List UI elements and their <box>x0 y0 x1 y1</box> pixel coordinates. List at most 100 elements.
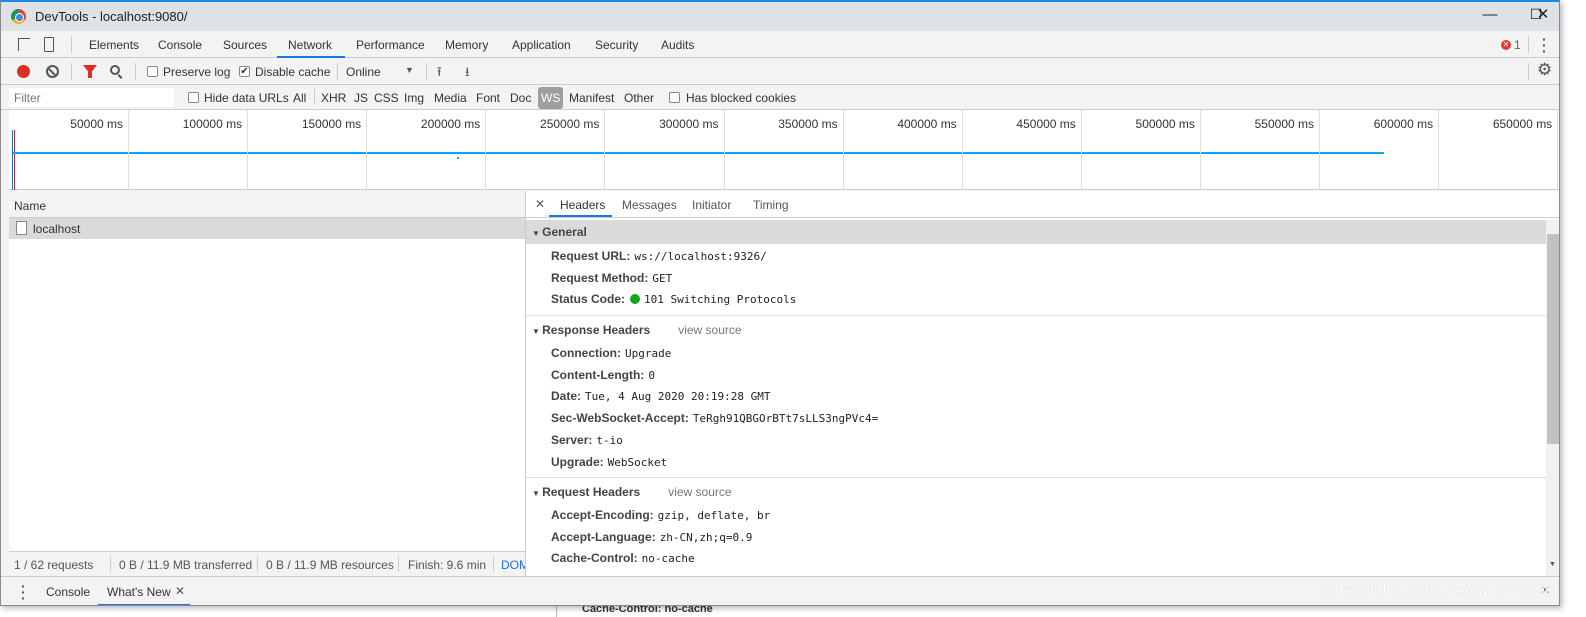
filter-ws-selected[interactable]: WS <box>538 87 564 109</box>
header-value: t-io <box>596 433 623 447</box>
request-name[interactable]: localhost <box>33 222 80 236</box>
import-har-icon[interactable]: ⭱ <box>437 63 442 85</box>
has-blocked-cookies-label[interactable]: Has blocked cookies <box>686 91 796 105</box>
dom-content-loaded-marker <box>12 130 13 190</box>
filter-css[interactable]: CSS <box>374 91 399 105</box>
filter-other[interactable]: Other <box>624 91 654 105</box>
header-name: Accept-Language: <box>551 529 656 544</box>
filter-manifest[interactable]: Manifest <box>569 91 614 105</box>
device-toolbar-icon[interactable] <box>44 37 54 52</box>
header-value: Upgrade <box>625 347 672 360</box>
tab-sources[interactable]: Sources <box>223 38 267 52</box>
load-event-marker <box>14 130 15 190</box>
tab-memory[interactable]: Memory <box>445 38 488 52</box>
header-name: Server: <box>551 432 593 447</box>
filter-js[interactable]: JS <box>354 91 368 105</box>
response-headers-section-header[interactable]: ▼ Response Headers view source <box>526 318 1546 342</box>
tab-console[interactable]: Console <box>158 38 202 52</box>
export-har-icon[interactable]: ⭳ <box>465 63 470 85</box>
resources-size: 0 B / 11.9 MB resources <box>266 558 394 572</box>
filter-font[interactable]: Font <box>476 91 500 105</box>
timeline-tick-label: 350000 ms <box>778 117 838 131</box>
details-tab-headers[interactable]: Headers <box>560 198 605 212</box>
general-title: General <box>542 225 587 239</box>
network-toolbar: Preserve log ✔ Disable cache Online ▼ ⭱ … <box>1 58 1559 85</box>
filter-xhr[interactable]: XHR <box>321 91 346 105</box>
request-view-source-link[interactable]: view source <box>668 485 731 499</box>
header-name: Cache-Control: <box>551 551 638 566</box>
preserve-log-checkbox[interactable] <box>147 66 158 77</box>
close-whats-new-icon[interactable]: ✕ <box>175 584 185 598</box>
error-count[interactable]: 1 <box>1514 38 1521 52</box>
header-value: 0 <box>648 368 655 382</box>
header-value: gzip, deflate, br <box>657 509 771 522</box>
close-details-icon[interactable]: ✕ <box>535 197 545 211</box>
has-blocked-cookies-checkbox[interactable] <box>669 92 680 103</box>
timeline-tick-label: 550000 ms <box>1254 117 1314 131</box>
details-scrollbar[interactable]: ▼ <box>1546 220 1559 576</box>
disable-cache-label[interactable]: Disable cache <box>255 65 330 79</box>
response-view-source-link[interactable]: view source <box>678 323 741 337</box>
record-button[interactable] <box>17 65 30 78</box>
network-overview-timeline[interactable]: 50000 ms 100000 ms 150000 ms 200000 ms 25000… <box>9 110 1559 190</box>
timeline-tick-label: 650000 ms <box>1492 117 1553 131</box>
tab-performance[interactable]: Performance <box>356 38 425 52</box>
header-value: TeRgh91QBGOrBTt7sLLS3ngPVc4= <box>692 412 879 426</box>
disable-cache-checkbox[interactable]: ✔ <box>239 66 250 77</box>
drawer-active-indicator <box>98 604 190 605</box>
tab-network[interactable]: Network <box>288 38 332 52</box>
details-tab-messages[interactable]: Messages <box>622 198 677 212</box>
tab-elements[interactable]: Elements <box>89 38 139 52</box>
error-icon[interactable]: ✕ <box>1501 40 1511 50</box>
details-tab-initiator[interactable]: Initiator <box>692 198 731 212</box>
hide-data-urls-label[interactable]: Hide data URLs <box>204 91 289 105</box>
header-name: Accept-Encoding: <box>551 508 654 522</box>
hide-data-urls-checkbox[interactable] <box>188 92 199 103</box>
tab-security[interactable]: Security <box>595 38 638 52</box>
close-window-button[interactable]: ✕ <box>1523 5 1559 29</box>
header-name: Status Code: <box>551 292 626 307</box>
header-row: Sec-WebSocket-Accept: TeRgh91QBGOrBTt7sLL… <box>551 411 878 425</box>
timeline-gridline <box>842 110 844 190</box>
dom-content-loaded-time: DOM <box>501 558 525 572</box>
filter-media[interactable]: Media <box>434 91 467 105</box>
details-tab-timing[interactable]: Timing <box>753 198 789 212</box>
filter-doc[interactable]: Doc <box>510 91 531 105</box>
filter-input[interactable] <box>9 88 174 107</box>
chrome-logo-icon <box>11 9 26 24</box>
header-row: Upgrade: WebSocket <box>551 455 667 469</box>
filter-all[interactable]: All <box>293 91 306 105</box>
inspect-element-icon[interactable] <box>18 38 30 51</box>
websocket-request-bar <box>13 152 1384 154</box>
throttling-select[interactable]: Online <box>346 65 381 79</box>
header-value: Tue, 4 Aug 2020 20:19:28 GMT <box>585 390 771 404</box>
header-row: Accept-Encoding: gzip, deflate, br <box>551 508 770 522</box>
drawer-tab-whats-new[interactable]: What's New <box>107 585 171 599</box>
transferred-size: 0 B / 11.9 MB transferred <box>119 558 253 572</box>
header-name: Upgrade: <box>551 454 604 469</box>
minimize-button[interactable]: — <box>1467 6 1513 28</box>
general-section-header[interactable]: ▼ General <box>526 220 1546 244</box>
timeline-tick-label: 500000 ms <box>1135 117 1195 131</box>
status-ok-dot-icon <box>630 294 641 305</box>
request-row[interactable]: localhost <box>9 218 525 239</box>
header-name: Request Method: <box>551 270 649 285</box>
drawer-tab-console[interactable]: Console <box>46 585 90 599</box>
header-row: Server: t-io <box>551 433 623 447</box>
request-headers-section-header[interactable]: ▼ Request Headers view source <box>526 480 1546 504</box>
filter-img[interactable]: Img <box>404 91 424 105</box>
timeline-gridline <box>128 110 129 190</box>
throttling-dropdown-icon[interactable]: ▼ <box>405 65 414 75</box>
drawer-menu-icon[interactable]: · · · <box>21 579 26 605</box>
title-bar: DevTools - localhost:9080/ — ☐ <box>1 2 1559 31</box>
preserve-log-label[interactable]: Preserve log <box>163 65 230 79</box>
timeline-gridline <box>485 110 487 190</box>
timeline-gridline <box>1557 110 1559 190</box>
request-details-panel: ✕ Headers Messages Initiator Timing ▼ Ge… <box>525 191 1559 576</box>
clear-button[interactable] <box>46 65 59 78</box>
name-column-header[interactable]: Name <box>14 199 46 213</box>
tab-audits[interactable]: Audits <box>661 38 694 52</box>
tab-application[interactable]: Application <box>512 38 571 52</box>
settings-gear-icon[interactable]: ⚙ <box>1537 60 1552 80</box>
more-options-icon[interactable]: · · · <box>1542 32 1547 58</box>
